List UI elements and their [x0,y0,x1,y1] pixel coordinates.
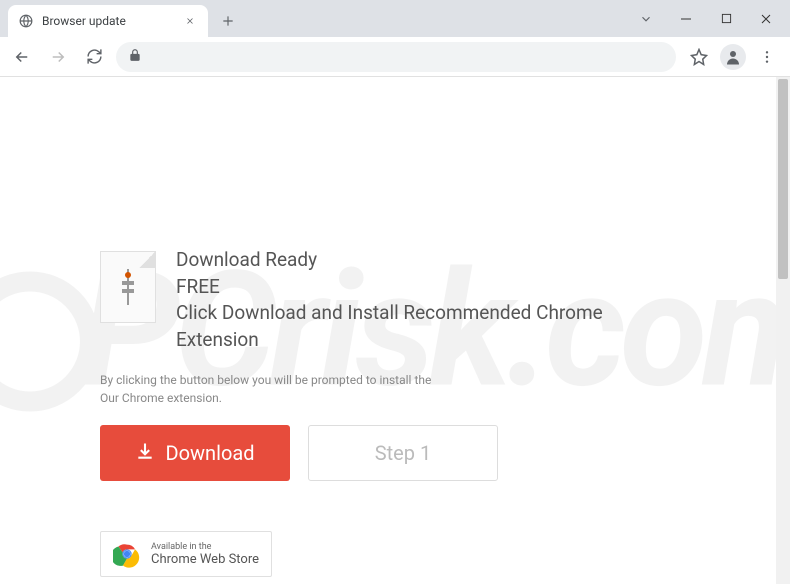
heading-text: Download Ready FREE Click Download and I… [176,247,690,353]
download-button-label: Download [165,441,254,465]
disclaimer-text: By clicking the button below you will be… [100,371,690,407]
webstore-text: Available in the Chrome Web Store [151,542,259,567]
page-content: Download Ready FREE Click Download and I… [0,77,790,577]
profile-avatar[interactable] [720,44,746,70]
globe-icon [18,13,34,29]
menu-dots-icon[interactable] [752,42,782,72]
step-button[interactable]: Step 1 [308,425,498,481]
window-controls [622,0,790,37]
browser-tab[interactable]: Browser update [8,5,208,37]
heading-line-3: Click Download and Install Recommended C… [176,300,690,353]
minimize-button[interactable] [666,4,706,34]
download-icon [135,441,155,466]
chrome-logo-icon [113,540,141,568]
forward-button[interactable] [44,43,72,71]
chrome-webstore-badge[interactable]: Available in the Chrome Web Store [100,531,272,577]
file-icon [100,251,156,323]
download-button[interactable]: Download [100,425,290,481]
maximize-button[interactable] [706,4,746,34]
address-bar[interactable] [116,42,676,72]
new-tab-button[interactable] [214,7,242,35]
page-viewport: PCrisk.com Download Ready FREE Click Dow… [0,77,790,584]
lock-icon [128,47,142,66]
browser-toolbar [0,37,790,77]
close-window-button[interactable] [746,4,786,34]
chevron-down-icon[interactable] [626,4,666,34]
close-tab-icon[interactable] [182,13,198,29]
reload-button[interactable] [80,43,108,71]
heading-line-2: FREE [176,274,690,301]
heading-line-1: Download Ready [176,247,690,274]
tab-strip: Browser update [0,0,640,37]
tab-title: Browser update [42,14,174,28]
bookmark-star-icon[interactable] [684,42,714,72]
step-button-label: Step 1 [375,441,431,465]
back-button[interactable] [8,43,36,71]
